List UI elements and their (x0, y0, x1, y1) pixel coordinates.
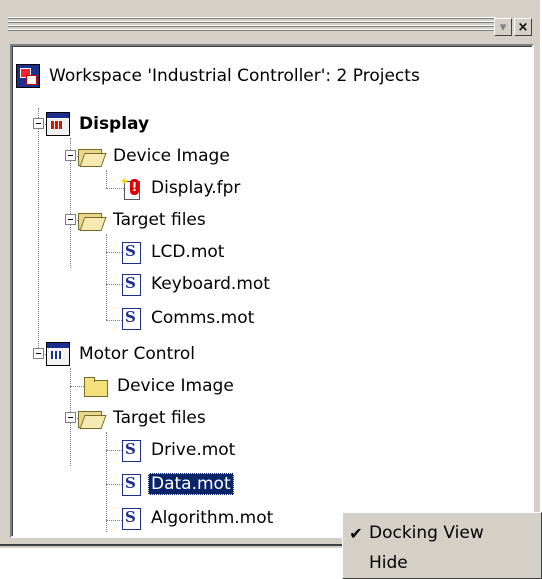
checkmark-icon: ✔ (349, 523, 363, 543)
project-tree[interactable]: Workspace 'Industrial Controller': 2 Pro… (10, 44, 534, 538)
tree-item-label: Target files (113, 210, 206, 230)
folder-open-icon (78, 407, 104, 429)
tree-item-file-algorithm-mot[interactable]: S Algorithm.mot (120, 502, 276, 534)
tree-item-label: Comms.mot (151, 308, 255, 328)
mot-file-icon: S (120, 307, 142, 330)
menu-item-hide[interactable]: Hide (343, 549, 541, 577)
tree-item-file-comms-mot[interactable]: S Comms.mot (120, 302, 257, 334)
tree-item-folder-target-files[interactable]: Target files (78, 402, 209, 434)
tree-item-file-data-mot[interactable]: S Data.mot (120, 468, 234, 500)
close-button[interactable]: × (514, 18, 532, 36)
project-icon (46, 112, 70, 136)
tree-item-file-keyboard-mot[interactable]: S Keyboard.mot (120, 268, 273, 300)
tree-item-label: Display (79, 114, 150, 134)
background (0, 548, 342, 579)
tree-item-project-motor-control[interactable]: Motor Control (46, 338, 198, 370)
collapse-target-files-toggle[interactable] (65, 412, 76, 423)
mot-file-icon: S (120, 439, 142, 462)
tree-item-file-display-fpr[interactable]: Display.fpr (120, 172, 243, 204)
close-icon: × (517, 19, 529, 35)
tree-item-label: Workspace 'Industrial Controller': 2 Pro… (49, 66, 420, 86)
mot-file-icon: S (120, 507, 142, 530)
project-icon (46, 342, 70, 366)
context-menu: ✔ Docking View Hide (342, 512, 542, 579)
tree-item-workspace[interactable]: Workspace 'Industrial Controller': 2 Pro… (16, 60, 423, 92)
tree-item-label: Display.fpr (151, 178, 241, 198)
menu-item-docking-view[interactable]: ✔ Docking View (343, 519, 541, 547)
collapse-device-image-toggle[interactable] (65, 150, 76, 161)
tree-item-label: Target files (113, 408, 206, 428)
tree-item-label: Device Image (117, 376, 234, 396)
tree-item-label: Device Image (113, 146, 230, 166)
tree-item-file-lcd-mot[interactable]: S LCD.mot (120, 236, 227, 268)
tree-item-folder-target-files[interactable]: Target files (78, 204, 209, 236)
tree-item-folder-device-image[interactable]: Device Image (84, 370, 237, 402)
mot-file-icon: S (120, 241, 142, 264)
tree-item-label: Algorithm.mot (151, 508, 274, 528)
tree-item-label: Drive.mot (151, 440, 236, 460)
tree-item-project-display[interactable]: Display (46, 108, 152, 140)
collapse-target-files-toggle[interactable] (65, 214, 76, 225)
tree-item-label: Keyboard.mot (151, 274, 270, 294)
pane-gripper[interactable] (8, 8, 496, 38)
folder-open-icon (78, 145, 104, 167)
tree-item-label: LCD.mot (151, 242, 225, 262)
chevron-down-icon: ▾ (499, 19, 507, 35)
menu-item-label: Hide (369, 553, 408, 573)
folder-open-icon (78, 209, 104, 231)
mot-file-icon: S (120, 473, 142, 496)
tree-item-label: Motor Control (79, 344, 195, 364)
workspace-icon (16, 64, 40, 88)
menu-item-label: Docking View (369, 523, 484, 543)
collapse-display-toggle[interactable] (33, 118, 44, 129)
collapse-motor-control-toggle[interactable] (33, 348, 44, 359)
minimize-button[interactable]: ▾ (494, 18, 512, 36)
tree-item-folder-device-image[interactable]: Device Image (78, 140, 233, 172)
tree-item-file-drive-mot[interactable]: S Drive.mot (120, 434, 238, 466)
tree-item-label-selected: Data.mot (148, 473, 234, 495)
fpr-file-icon (120, 177, 142, 200)
workspace-pane: ▾ × Workspace 'Industrial Controller': 2… (0, 0, 540, 548)
mot-file-icon: S (120, 273, 142, 296)
folder-icon (84, 375, 108, 397)
